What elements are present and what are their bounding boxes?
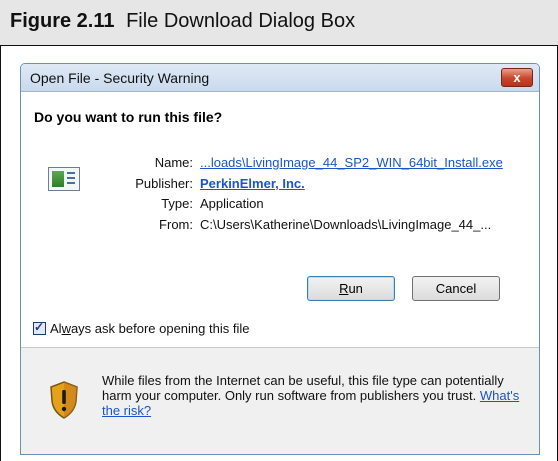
close-icon: x xyxy=(513,70,521,85)
close-button[interactable]: x xyxy=(501,68,533,87)
from-label: From: xyxy=(159,216,193,232)
always-ask-checkbox-row[interactable]: Always ask before opening this file xyxy=(33,320,250,336)
type-value: Application xyxy=(200,196,264,211)
run-label: un xyxy=(348,281,363,296)
figure-caption: File Download Dialog Box xyxy=(126,10,356,32)
from-row: From: C:\Users\Katherine\Downloads\Livin… xyxy=(93,217,533,237)
dialog-titlebar[interactable]: Open File - Security Warning x xyxy=(21,64,539,92)
dialog-title: Open File - Security Warning xyxy=(30,70,210,86)
run-question: Do you want to run this file? xyxy=(34,109,223,125)
always-ask-accelerator: w xyxy=(61,321,71,336)
warning-pane: While files from the Internet can be use… xyxy=(21,348,539,454)
name-link[interactable]: ...loads\LivingImage_44_SP2_WIN_64bit_In… xyxy=(200,155,503,170)
publisher-link[interactable]: PerkinElmer, Inc. xyxy=(200,176,305,191)
name-row: Name: ...loads\LivingImage_44_SP2_WIN_64… xyxy=(93,155,533,175)
from-value: C:\Users\Katherine\Downloads\LivingImage… xyxy=(200,216,492,232)
always-ask-label-post: ays ask before opening this file xyxy=(70,321,250,336)
security-warning-dialog: Open File - Security Warning x Do you wa… xyxy=(20,63,540,455)
name-label: Name: xyxy=(154,155,193,170)
warning-text: While files from the Internet can be use… xyxy=(102,373,522,418)
security-shield-icon xyxy=(50,381,78,419)
warning-message: While files from the Internet can be use… xyxy=(102,373,504,403)
publisher-row: Publisher: PerkinElmer, Inc. xyxy=(93,176,533,196)
type-row: Type: Application xyxy=(93,196,533,216)
cancel-button[interactable]: Cancel xyxy=(412,276,500,301)
run-button[interactable]: Run xyxy=(307,276,395,301)
type-label: Type: xyxy=(161,196,193,211)
application-file-icon xyxy=(48,167,80,191)
publisher-label: Publisher: xyxy=(135,175,193,191)
figure-number: Figure 2.11 xyxy=(10,10,115,32)
always-ask-checkbox[interactable] xyxy=(33,320,46,335)
file-info: Name: ...loads\LivingImage_44_SP2_WIN_64… xyxy=(93,155,533,237)
always-ask-label-pre: Al xyxy=(50,321,62,336)
figure-header: Figure 2.11 File Download Dialog Box xyxy=(0,0,558,46)
